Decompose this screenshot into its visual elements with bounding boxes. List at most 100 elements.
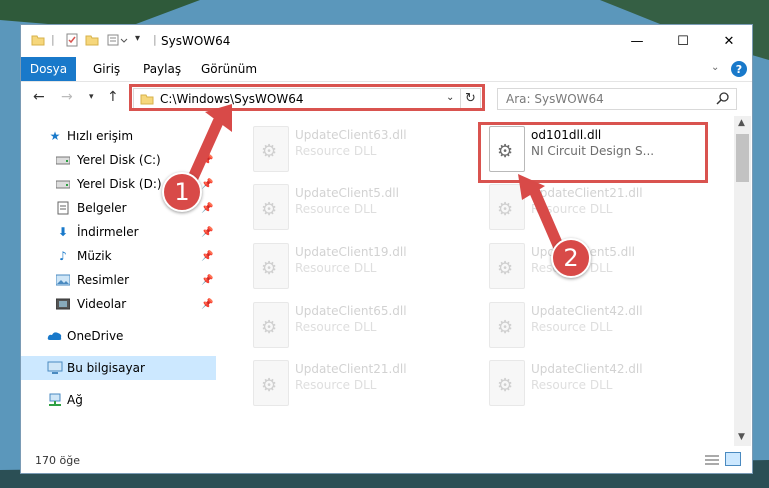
pin-icon[interactable]: 📌 (201, 179, 213, 190)
ribbon-tabs: Dosya Giriş Paylaş Görünüm ⌄ ? (21, 57, 752, 82)
scroll-up-icon[interactable]: ▲ (738, 118, 745, 128)
file-type: Resource DLL (531, 320, 613, 334)
dll-file-icon: ⚙ (253, 184, 289, 230)
cloud-icon (47, 328, 63, 344)
pin-icon[interactable]: 📌 (201, 155, 213, 166)
vertical-scrollbar[interactable]: ▲ ▼ (734, 116, 751, 446)
file-type: Resource DLL (531, 202, 613, 216)
dll-file-icon: ⚙ (253, 360, 289, 406)
music-icon: ♪ (59, 249, 67, 263)
scroll-down-icon[interactable]: ▼ (738, 432, 745, 442)
maximize-button[interactable]: ☐ (660, 25, 706, 57)
search-box[interactable]: Ara: SysWOW64 (497, 88, 737, 110)
list-item[interactable]: ⚙ UpdateClient21.dll Resource DLL (247, 354, 477, 414)
list-item[interactable]: ⚙ UpdateClient5.dll Resource DLL (483, 237, 713, 297)
forward-arrow-icon[interactable]: → (61, 89, 73, 105)
list-item[interactable]: ⚙ UpdateClient42.dll Resource DLL (483, 296, 713, 356)
sidebar-item-onedrive[interactable]: OneDrive (21, 324, 216, 348)
up-arrow-icon[interactable]: ↑ (107, 89, 119, 105)
tab-gorunum[interactable]: Görünüm (201, 62, 257, 76)
sidebar-item-this-pc[interactable]: Bu bilgisayar (21, 356, 216, 380)
file-type: Resource DLL (295, 378, 377, 392)
sidebar-item-label: Resimler (77, 273, 130, 287)
pin-icon[interactable]: 📌 (201, 251, 213, 262)
minimize-button[interactable]: — (614, 25, 660, 57)
file-name: UpdateClient42.dll (531, 362, 643, 376)
list-item[interactable]: ⚙ UpdateClient42.dll Resource DLL (483, 354, 713, 414)
pin-icon[interactable]: 📌 (201, 203, 213, 214)
sidebar-item-quick-access[interactable]: ★ Hızlı erişim (21, 124, 216, 148)
recent-locations-icon[interactable]: ▾ (89, 92, 94, 102)
file-type: Resource DLL (531, 378, 613, 392)
list-item[interactable]: ⚙ UpdateClient21.dll Resource DLL (483, 178, 713, 238)
sidebar-item-music[interactable]: ♪ Müzik 📌 (21, 244, 216, 268)
file-name: UpdateClient21.dll (531, 186, 643, 200)
sidebar-item-local-disk-c[interactable]: Yerel Disk (C:) 📌 (21, 148, 216, 172)
file-name: UpdateClient63.dll (295, 128, 407, 142)
back-arrow-icon[interactable]: ← (33, 89, 45, 105)
list-item[interactable]: ⚙ UpdateClient19.dll Resource DLL (247, 237, 477, 297)
file-type: Resource DLL (295, 320, 377, 334)
list-item[interactable]: ⚙ UpdateClient5.dll Resource DLL (247, 178, 477, 238)
sidebar-item-label: Yerel Disk (C:) (77, 153, 161, 167)
large-icons-view-icon[interactable] (725, 452, 741, 466)
pin-icon[interactable]: 📌 (201, 227, 213, 238)
sidebar-item-label: Müzik (77, 249, 112, 263)
title-bar: | ▾ | SysWOW64 — ☐ ✕ (21, 25, 752, 57)
folder-icon (31, 33, 45, 49)
address-highlight-box (129, 84, 485, 111)
tab-dosya[interactable]: Dosya (21, 57, 76, 81)
sidebar-item-downloads[interactable]: ⬇ İndirmeler 📌 (21, 220, 216, 244)
sidebar-item-network[interactable]: Ağ (21, 388, 216, 412)
file-name: UpdateClient65.dll (295, 304, 407, 318)
file-name: UpdateClient42.dll (531, 304, 643, 318)
expand-ribbon-icon[interactable]: ⌄ (711, 62, 719, 73)
pictures-icon (55, 272, 71, 288)
step-badge-1: 1 (162, 172, 202, 212)
star-icon: ★ (49, 129, 61, 143)
list-item[interactable]: ⚙ UpdateClient63.dll Resource DLL (247, 120, 477, 180)
sidebar-item-label: Yerel Disk (D:) (77, 177, 162, 191)
sidebar-item-label: Hızlı erişim (67, 129, 134, 143)
quick-access-dropdown-icon[interactable]: ▾ (135, 33, 140, 49)
search-icon[interactable] (716, 91, 730, 108)
sidebar-item-pictures[interactable]: Resimler 📌 (21, 268, 216, 292)
item-count: 170 öğe (35, 454, 80, 467)
drive-icon (55, 176, 71, 192)
network-icon (47, 392, 63, 408)
help-icon[interactable]: ? (731, 61, 747, 77)
file-name: UpdateClient5.dll (295, 186, 399, 200)
sidebar-item-label: Ağ (67, 393, 83, 407)
scrollbar-thumb[interactable] (736, 134, 749, 182)
dll-file-icon: ⚙ (489, 243, 525, 289)
close-button[interactable]: ✕ (706, 25, 752, 57)
sidebar-item-label: OneDrive (67, 329, 124, 343)
properties-icon[interactable] (65, 33, 79, 49)
dll-file-icon: ⚙ (489, 302, 525, 348)
customize-toolbar-icon[interactable] (107, 33, 129, 49)
download-icon: ⬇ (57, 225, 69, 239)
window-title: SysWOW64 (161, 34, 231, 48)
step-badge-2: 2 (551, 238, 591, 278)
tab-giris[interactable]: Giriş (93, 62, 120, 76)
pin-icon[interactable]: 📌 (201, 299, 213, 310)
details-view-icon[interactable] (705, 454, 719, 469)
dll-file-icon: ⚙ (253, 126, 289, 172)
file-highlight-box (478, 122, 708, 183)
file-name: UpdateClient19.dll (295, 245, 407, 259)
search-input[interactable]: Ara: SysWOW64 (506, 92, 604, 106)
list-item[interactable]: ⚙ UpdateClient65.dll Resource DLL (247, 296, 477, 356)
file-type: Resource DLL (295, 202, 377, 216)
documents-icon (55, 200, 71, 216)
sidebar-item-label: İndirmeler (77, 225, 139, 239)
pin-icon[interactable]: 📌 (201, 275, 213, 286)
sidebar-item-videos[interactable]: Videolar 📌 (21, 292, 216, 316)
computer-icon (47, 360, 63, 376)
tab-paylas[interactable]: Paylaş (143, 62, 181, 76)
file-type: Resource DLL (295, 261, 377, 275)
sidebar-item-label: Belgeler (77, 201, 127, 215)
new-folder-icon[interactable] (85, 33, 99, 49)
file-type: Resource DLL (295, 144, 377, 158)
navigation-pane: ★ Hızlı erişim Yerel Disk (C:) 📌 Yerel D… (21, 122, 216, 452)
sidebar-item-label: Bu bilgisayar (67, 361, 145, 375)
